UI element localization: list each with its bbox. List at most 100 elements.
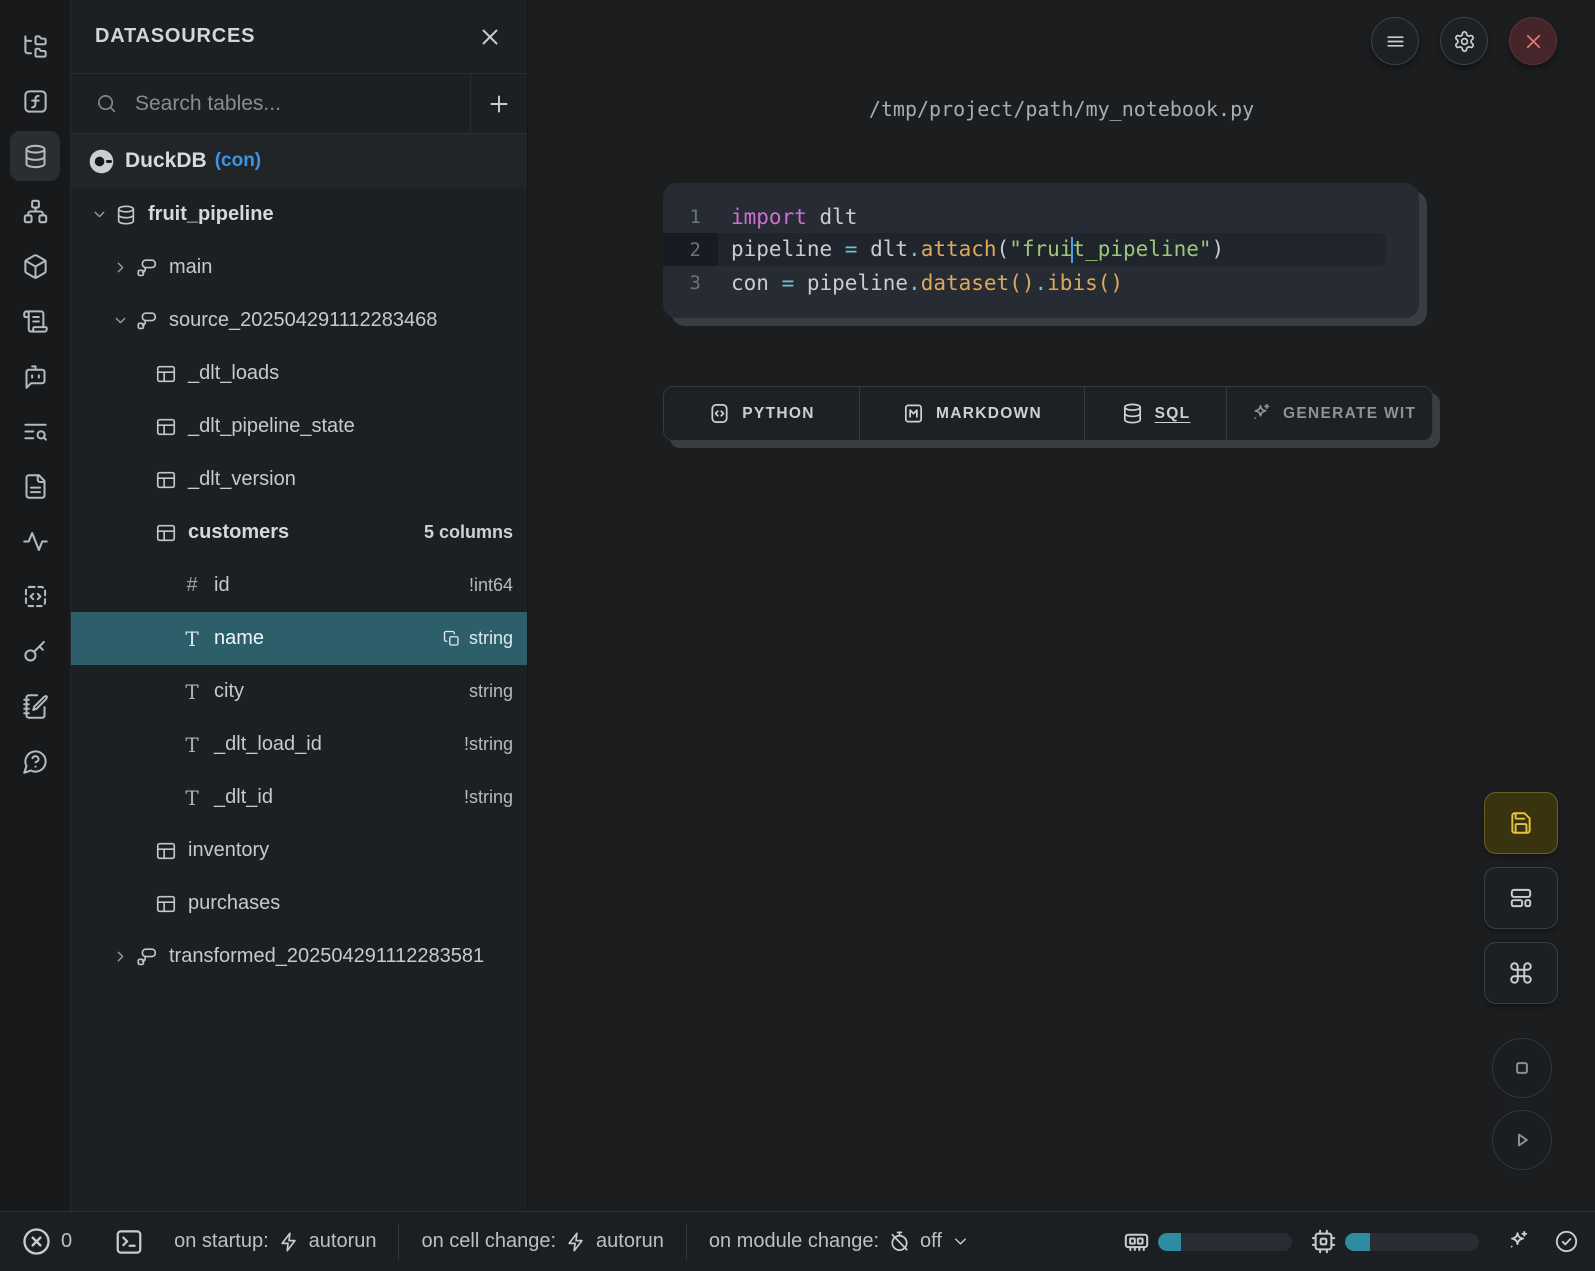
chevron-down-icon	[951, 1232, 970, 1251]
function-square-icon	[22, 88, 49, 115]
type-badge: !string	[464, 787, 527, 808]
tree-item-column-name-selected[interactable]: T name string	[71, 612, 527, 665]
rail-item-documentation[interactable]	[10, 461, 60, 511]
rail-item-file-tree[interactable]	[10, 21, 60, 71]
errors-icon[interactable]	[21, 1226, 52, 1257]
database-icon	[1121, 402, 1144, 425]
divider	[398, 1224, 399, 1260]
string-column-icon: T	[181, 680, 203, 704]
int-column-icon: #	[181, 574, 203, 597]
search-input[interactable]	[118, 92, 470, 116]
terminal-icon[interactable]	[114, 1227, 144, 1257]
rail-item-ai-chat[interactable]	[10, 351, 60, 401]
stop-kernel-button[interactable]	[1492, 1038, 1552, 1098]
memory-icon	[1123, 1228, 1150, 1255]
tree-item-schema[interactable]: main	[71, 241, 527, 294]
on-module-change-setting[interactable]: on module change: off	[709, 1230, 970, 1253]
kernel-ok-icon[interactable]	[1554, 1229, 1579, 1254]
memory-usage-meter	[1158, 1233, 1292, 1251]
save-button[interactable]	[1484, 792, 1558, 854]
schema-icon	[136, 257, 158, 279]
type-badge: string	[443, 628, 527, 649]
tree-item-label: source_202504291112283468	[169, 309, 437, 332]
table-icon	[155, 522, 177, 544]
menu-icon	[1384, 30, 1407, 53]
code-cell[interactable]: 1 import dlt 2 pipeline = dlt.attach("fr…	[663, 183, 1419, 318]
rail-item-packages[interactable]	[10, 241, 60, 291]
table-icon	[155, 469, 177, 491]
run-button[interactable]	[1492, 1110, 1552, 1170]
stop-icon	[1509, 1055, 1535, 1081]
add-python-cell-button[interactable]: PYTHON	[664, 387, 860, 440]
add-cell-buttons: PYTHON MARKDOWN SQL GENERATE WIT	[663, 386, 1433, 441]
text-search-icon	[22, 418, 49, 445]
tree-item-database[interactable]: fruit_pipeline	[71, 188, 527, 241]
tree-item-label: _dlt_load_id	[214, 733, 322, 756]
sparkles-icon[interactable]	[1505, 1229, 1530, 1254]
rail-item-scratchpad[interactable]	[10, 681, 60, 731]
database-icon	[115, 204, 137, 226]
tree-item-column-id[interactable]: # id !int64	[71, 559, 527, 612]
code-line-active: 2 pipeline = dlt.attach("fruit_pipeline"…	[663, 233, 1386, 266]
rail-item-snippets[interactable]	[10, 571, 60, 621]
network-icon	[22, 198, 49, 225]
tree-item-label: inventory	[188, 839, 269, 862]
menu-button[interactable]	[1371, 17, 1419, 65]
box-icon	[22, 253, 49, 280]
rail-item-dependencies[interactable]	[10, 186, 60, 236]
shutdown-button[interactable]	[1509, 17, 1557, 65]
add-markdown-cell-button[interactable]: MARKDOWN	[860, 387, 1085, 440]
rail-item-secrets[interactable]	[10, 626, 60, 676]
window-controls	[1371, 17, 1557, 65]
tree-item-table-customers[interactable]: customers 5 columns	[71, 506, 527, 559]
activity-icon	[22, 528, 49, 555]
code-line: 3 con = pipeline.dataset().ibis()	[663, 266, 1419, 299]
tree-item-table[interactable]: purchases	[71, 877, 527, 930]
tree-item-schema[interactable]: source_202504291112283468	[71, 294, 527, 347]
layout-toggle-button[interactable]	[1484, 867, 1558, 929]
cpu-usage-meter	[1345, 1233, 1479, 1251]
chevron-right-icon	[112, 948, 129, 965]
tree-item-table[interactable]: _dlt_version	[71, 453, 527, 506]
file-text-icon	[22, 473, 49, 500]
notebook-pen-icon	[22, 693, 49, 720]
command-icon	[1508, 960, 1534, 986]
tree-item-label: main	[169, 256, 212, 279]
on-startup-setting[interactable]: on startup: autorun	[174, 1230, 376, 1253]
chevron-down-icon	[91, 206, 108, 223]
rail-item-tracebacks[interactable]	[10, 516, 60, 566]
tree-item-schema[interactable]: transformed_202504291112283581	[71, 930, 527, 983]
marimo-window: DATASOURCES DuckDB (con) fruit_pipeline …	[0, 0, 1595, 1271]
command-palette-button[interactable]	[1484, 942, 1558, 1004]
code-line: 1 import dlt	[663, 200, 1419, 233]
rail-item-scratchpad-log[interactable]	[10, 296, 60, 346]
rail-item-datasources[interactable]	[10, 131, 60, 181]
play-icon	[1509, 1127, 1535, 1153]
scroll-text-icon	[22, 308, 49, 335]
tree-item-column-city[interactable]: T city string	[71, 665, 527, 718]
tree-item-label: fruit_pipeline	[148, 203, 274, 226]
rail-item-logs[interactable]	[10, 406, 60, 456]
panel-title: DATASOURCES	[95, 25, 477, 48]
generate-with-ai-button[interactable]: GENERATE WIT	[1227, 387, 1432, 440]
copy-icon[interactable]	[443, 630, 461, 648]
tree-item-table[interactable]: inventory	[71, 824, 527, 877]
rail-item-help[interactable]	[10, 736, 60, 786]
tree-item-column-dlt-id[interactable]: T _dlt_id !string	[71, 771, 527, 824]
zap-icon	[278, 1231, 300, 1253]
close-panel-icon[interactable]	[477, 24, 503, 50]
tree-item-label: id	[214, 574, 230, 597]
cpu-usage-fill	[1345, 1233, 1370, 1251]
table-icon	[155, 416, 177, 438]
tree-item-column-dlt-load-id[interactable]: T _dlt_load_id !string	[71, 718, 527, 771]
settings-button[interactable]	[1440, 17, 1488, 65]
snippets-icon	[22, 583, 49, 610]
tree-item-table[interactable]: _dlt_loads	[71, 347, 527, 400]
add-sql-cell-button[interactable]: SQL	[1085, 387, 1227, 440]
rail-item-variables[interactable]	[10, 76, 60, 126]
add-datasource-button[interactable]	[471, 74, 527, 133]
tree-item-table[interactable]: _dlt_pipeline_state	[71, 400, 527, 453]
type-badge: !string	[464, 734, 527, 755]
connection-row-duckdb[interactable]: DuckDB (con)	[71, 134, 527, 188]
on-cell-change-setting[interactable]: on cell change: autorun	[421, 1230, 663, 1253]
